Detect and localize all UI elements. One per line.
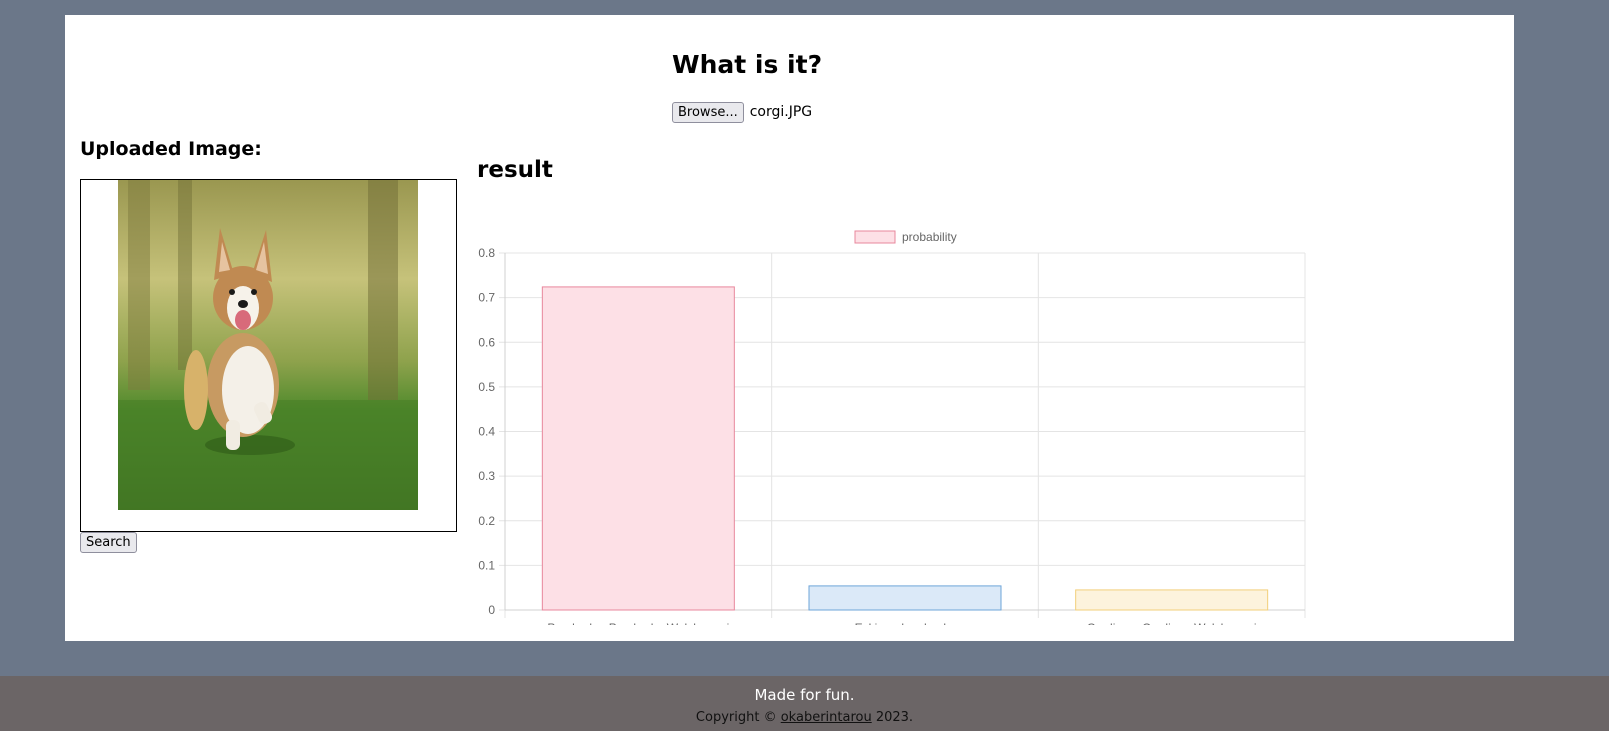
- x-tick-label: Cardigan, Cardigan Welsh corgi: [1087, 621, 1257, 625]
- x-tick-label: Pembroke, Pembroke Welsh corgi: [547, 621, 729, 625]
- page-title: What is it?: [672, 50, 823, 79]
- author-link[interactable]: okaberintarou: [781, 710, 872, 725]
- corgi-photo: [118, 180, 418, 510]
- y-tick-label: 0.7: [478, 291, 495, 305]
- x-tick-label: Eskimo dog, husky: [855, 621, 956, 625]
- uploaded-image-frame: [80, 179, 457, 532]
- copyright-prefix: Copyright ©: [695, 710, 777, 725]
- selected-file-name: corgi.JPG: [749, 104, 813, 120]
- result-heading: result: [477, 157, 553, 183]
- y-tick-label: 0.8: [478, 246, 495, 260]
- search-button[interactable]: Search: [80, 532, 137, 553]
- y-tick-label: 0.1: [478, 558, 495, 572]
- file-upload-row: Browse... corgi.JPG: [672, 101, 812, 123]
- main-card: What is it? Browse... corgi.JPG Uploaded…: [65, 15, 1514, 641]
- footer: Made for fun. Copyright © okaberintarou …: [0, 676, 1609, 731]
- probability-bar-chart: 0 0.1 0.2 0.3 0.4 0.5 0.6 0.7 0.8 Pembroke, Pembr…: [478, 230, 1306, 625]
- y-tick-label: 0.4: [478, 425, 495, 439]
- bar-1: [541, 286, 735, 611]
- footer-copyright: Copyright © okaberintarou 2023.: [0, 710, 1609, 725]
- legend-swatch: [854, 230, 896, 244]
- y-tick-label: 0.2: [478, 514, 495, 528]
- bar-2: [808, 585, 1002, 611]
- y-tick-label: 0.3: [478, 469, 495, 483]
- browse-button[interactable]: Browse...: [672, 101, 744, 123]
- bar-3: [1075, 589, 1269, 611]
- y-tick-label: 0.5: [478, 380, 495, 394]
- uploaded-image: [118, 180, 418, 510]
- copyright-year: 2023.: [875, 710, 914, 725]
- legend-label: probability: [902, 230, 957, 244]
- footer-tagline: Made for fun.: [754, 686, 855, 704]
- uploaded-image-heading: Uploaded Image:: [80, 138, 262, 160]
- y-tick-label: 0: [488, 603, 495, 617]
- y-tick-label: 0.6: [478, 335, 495, 349]
